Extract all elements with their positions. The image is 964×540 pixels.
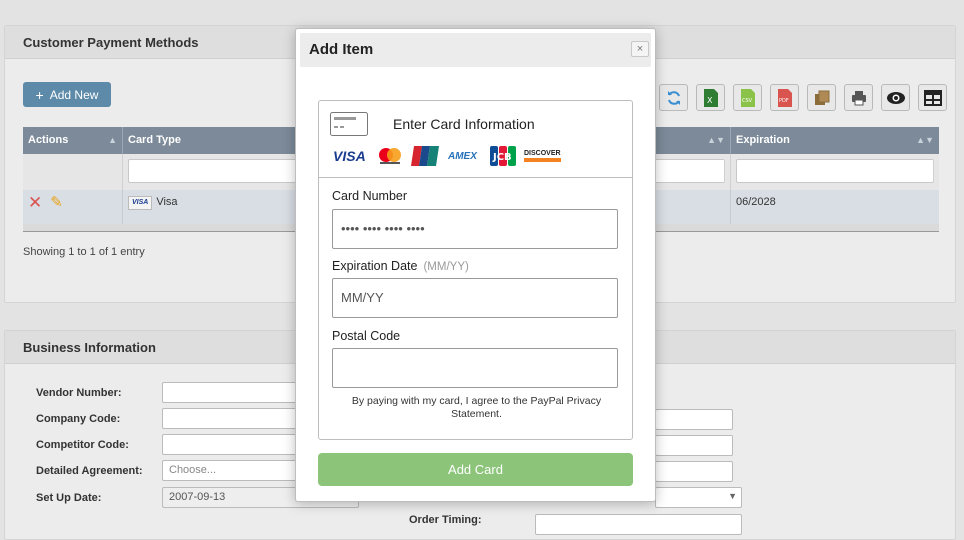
amex-logo-icon: AMEX	[448, 150, 477, 162]
svg-text:PDF: PDF	[779, 98, 789, 104]
sort-icon: ▲▼	[916, 135, 934, 145]
card-number-label: Card Number	[332, 189, 408, 203]
sort-icon: ▲	[108, 135, 117, 145]
modal-title: Add Item	[300, 33, 651, 67]
csv-icon[interactable]: CSV	[733, 84, 762, 111]
edit-pencil-icon[interactable]: ✎	[50, 195, 63, 210]
grid-toolbar: X CSV PDF	[659, 84, 947, 111]
eye-icon[interactable]	[881, 84, 910, 111]
expiration-hint: (MM/YY)	[423, 261, 469, 273]
sort-icon: ▲▼	[707, 135, 725, 145]
visa-card-icon: VISA	[128, 196, 153, 210]
card-number-input[interactable]: •••• •••• •••• ••••	[332, 209, 618, 249]
plus-icon: +	[35, 86, 44, 103]
card-brand-logos: VISA AMEX JCB DISCOVER	[333, 146, 561, 166]
discover-logo-icon: DISCOVER	[524, 150, 561, 162]
delete-icon[interactable]: ✕	[28, 194, 42, 211]
card-form: Enter Card Information VISA AMEX JCB DIS…	[318, 100, 633, 440]
columns-icon[interactable]	[918, 84, 947, 111]
svg-text:JCB: JCB	[492, 152, 512, 163]
excel-icon[interactable]: X	[696, 84, 725, 111]
right-field-2[interactable]	[655, 435, 733, 456]
paypal-agreement-text: By paying with my card, I agree to the P…	[351, 395, 602, 420]
expiration-cell: 06/2028	[736, 196, 776, 208]
jcb-logo-icon: JCB	[490, 146, 516, 166]
credit-card-icon	[330, 112, 368, 136]
card-form-title: Enter Card Information	[393, 116, 535, 132]
unionpay-logo-icon	[411, 146, 439, 166]
right-field-1[interactable]	[655, 409, 733, 430]
right-field-3[interactable]	[655, 461, 733, 482]
close-icon[interactable]: ×	[631, 41, 649, 57]
add-item-modal: Add Item × Enter Card Information VISA A…	[295, 28, 656, 502]
right-select[interactable]: ▼	[655, 487, 742, 508]
column-header-actions[interactable]: Actions ▲	[23, 127, 123, 154]
column-header-expiration[interactable]: Expiration ▲▼	[731, 127, 939, 154]
add-new-label: Add New	[49, 87, 99, 102]
pdf-icon[interactable]: PDF	[770, 84, 799, 111]
add-card-button[interactable]: Add Card	[318, 453, 633, 486]
order-timing-input[interactable]	[535, 514, 742, 535]
add-new-button[interactable]: + Add New	[23, 82, 111, 107]
print-icon[interactable]	[844, 84, 873, 111]
postal-code-label: Postal Code	[332, 329, 401, 343]
svg-text:CSV: CSV	[742, 98, 753, 104]
chevron-down-icon: ▼	[728, 491, 737, 501]
postal-code-input[interactable]	[332, 348, 618, 388]
svg-text:X: X	[707, 96, 713, 105]
refresh-icon[interactable]	[659, 84, 688, 111]
expiration-label: Expiration Date (MM/YY)	[332, 259, 469, 273]
visa-logo-icon: VISA	[333, 148, 366, 164]
card-type-cell: Visa	[156, 196, 178, 208]
order-timing-label: Order Timing:	[409, 514, 482, 526]
copy-icon[interactable]	[807, 84, 836, 111]
expiration-input[interactable]: MM/YY	[332, 278, 618, 318]
grid-showing-text: Showing 1 to 1 of 1 entry	[23, 246, 145, 258]
expiration-filter-input[interactable]	[736, 159, 934, 183]
card-form-header: Enter Card Information VISA AMEX JCB DIS…	[319, 101, 632, 178]
mastercard-logo-icon	[379, 148, 401, 164]
